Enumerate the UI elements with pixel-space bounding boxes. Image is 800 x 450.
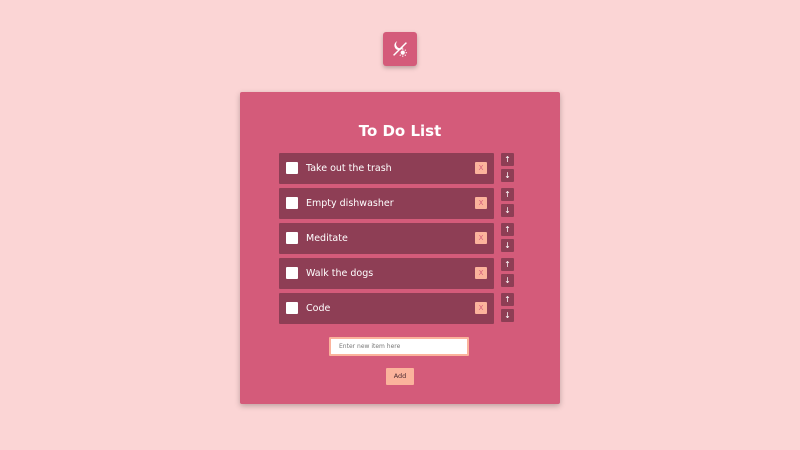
delete-button[interactable]: X	[475, 302, 487, 314]
move-up-button[interactable]: ↑	[501, 293, 514, 306]
todo-item: Take out the trash X	[279, 153, 494, 184]
move-up-button[interactable]: ↑	[501, 188, 514, 201]
delete-button[interactable]: X	[475, 162, 487, 174]
todo-text: Code	[306, 303, 331, 314]
todo-row: Code X ↑ ↓	[279, 293, 554, 324]
todo-text: Walk the dogs	[306, 268, 374, 279]
todo-item: Walk the dogs X	[279, 258, 494, 289]
todo-checkbox[interactable]	[286, 302, 298, 314]
todo-card: To Do List Take out the trash X ↑ ↓ Empt…	[240, 92, 560, 404]
delete-button[interactable]: X	[475, 232, 487, 244]
new-item-input[interactable]	[329, 337, 469, 356]
todo-checkbox[interactable]	[286, 197, 298, 209]
todo-checkbox[interactable]	[286, 232, 298, 244]
move-up-button[interactable]: ↑	[501, 223, 514, 236]
delete-button[interactable]: X	[475, 197, 487, 209]
todo-item: Meditate X	[279, 223, 494, 254]
add-button[interactable]: Add	[386, 368, 414, 385]
move-down-button[interactable]: ↓	[501, 309, 514, 322]
move-down-button[interactable]: ↓	[501, 239, 514, 252]
todo-row: Walk the dogs X ↑ ↓	[279, 258, 554, 289]
move-down-button[interactable]: ↓	[501, 274, 514, 287]
delete-button[interactable]: X	[475, 267, 487, 279]
move-up-button[interactable]: ↑	[501, 153, 514, 166]
todo-text: Take out the trash	[306, 163, 392, 174]
todo-item: Code X	[279, 293, 494, 324]
todo-checkbox[interactable]	[286, 267, 298, 279]
todo-row: Empty dishwasher X ↑ ↓	[279, 188, 554, 219]
todo-checkbox[interactable]	[286, 162, 298, 174]
page-title: To Do List	[358, 122, 442, 140]
todo-text: Empty dishwasher	[306, 198, 394, 209]
todo-row: Meditate X ↑ ↓	[279, 223, 554, 254]
move-down-button[interactable]: ↓	[501, 204, 514, 217]
day-night-toggle-icon	[393, 41, 407, 57]
todo-text: Meditate	[306, 233, 348, 244]
theme-toggle-button[interactable]	[383, 32, 417, 66]
move-down-button[interactable]: ↓	[501, 169, 514, 182]
todo-item: Empty dishwasher X	[279, 188, 494, 219]
todo-row: Take out the trash X ↑ ↓	[279, 153, 554, 184]
move-up-button[interactable]: ↑	[501, 258, 514, 271]
